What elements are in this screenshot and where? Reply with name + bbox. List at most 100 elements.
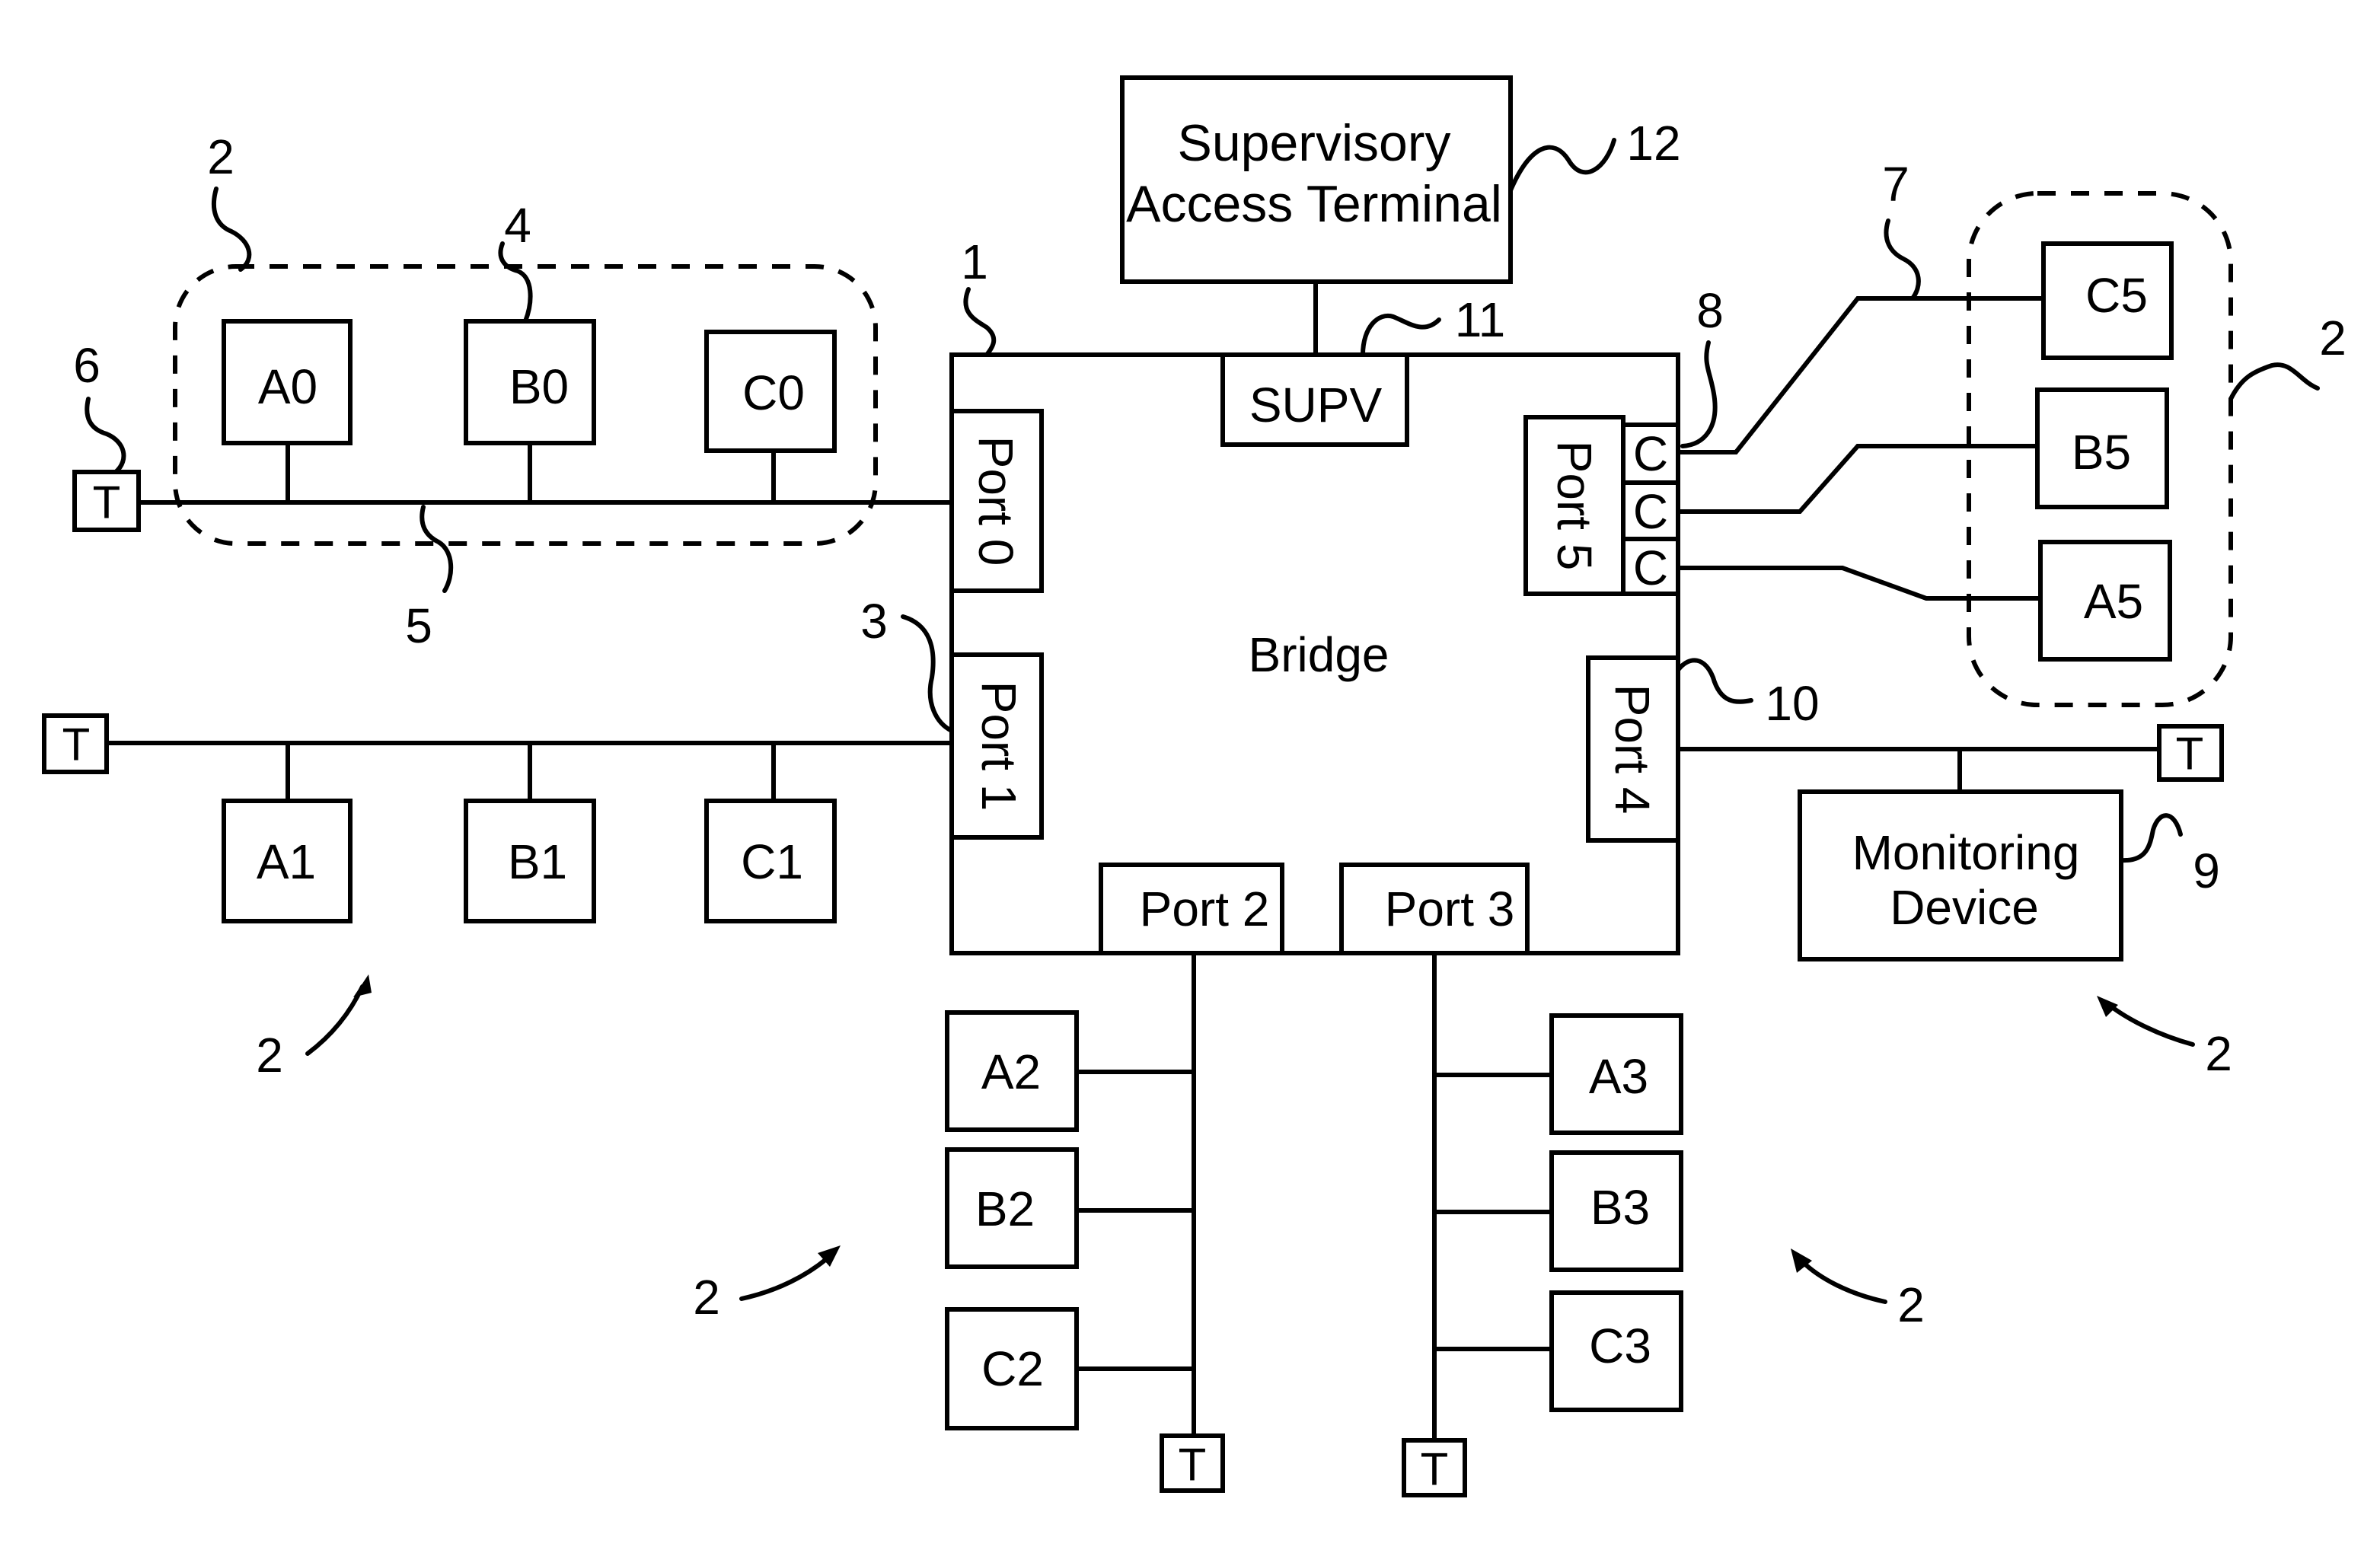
monitoring-label-line1: Monitoring <box>1852 825 2080 880</box>
station-b1: B1 <box>464 743 596 923</box>
ref-10: 10 <box>1765 676 1819 731</box>
ref-9-leader <box>2119 813 2183 863</box>
terminator-label: T <box>93 477 121 528</box>
ref-2-seg3: 2 <box>1897 1277 1925 1332</box>
port-4: Port 4 <box>1586 655 1680 843</box>
station-a1: A1 <box>222 743 353 923</box>
port-3-label: Port 3 <box>1385 882 1515 936</box>
station-b5: B5 <box>2035 387 2169 509</box>
ref-2-seg5: 2 <box>2319 311 2347 365</box>
terminal-label-line2: Access Terminal <box>1126 175 1502 233</box>
ref-4: 4 <box>504 198 531 253</box>
station-a2-label: A2 <box>981 1044 1041 1099</box>
station-a2: A2 <box>945 1010 1194 1132</box>
ref-2-seg2: 2 <box>693 1270 720 1325</box>
arrowhead <box>2097 996 2118 1017</box>
port-1: Port 1 <box>949 652 1044 840</box>
supv-module: SUPV <box>1220 352 1409 447</box>
terminator-seg4: T <box>2157 724 2224 782</box>
ref-12-leader <box>1508 138 1616 193</box>
supv-label: SUPV <box>1249 378 1383 432</box>
terminator-seg2: T <box>1160 1433 1225 1493</box>
ref-6: 6 <box>73 338 100 393</box>
connector-3-label: C <box>1633 541 1668 595</box>
ref-4-leader <box>498 241 533 324</box>
station-a3: A3 <box>1434 1013 1683 1135</box>
link-connector2-b5 <box>1678 444 2037 514</box>
terminal-label-line1: Supervisory <box>1177 114 1450 172</box>
station-a1-label: A1 <box>257 834 316 889</box>
link-connector3-a5 <box>1678 566 2040 601</box>
ref-1-leader <box>963 287 997 357</box>
terminator-label: T <box>1421 1444 1449 1495</box>
station-b2: B2 <box>945 1147 1194 1269</box>
terminator-seg1: T <box>42 713 109 774</box>
station-b3-label: B3 <box>1590 1180 1650 1235</box>
station-c5: C5 <box>2041 241 2174 360</box>
ref-8: 8 <box>1696 283 1724 338</box>
ref-2-seg4: 2 <box>2205 1026 2232 1081</box>
ref-7-leader <box>1884 218 1921 301</box>
station-b3: B3 <box>1434 1150 1683 1272</box>
connector-1-label: C <box>1633 426 1668 481</box>
station-a0: A0 <box>222 319 353 502</box>
connector-2-label: C <box>1633 484 1668 539</box>
station-c5-label: C5 <box>2085 268 2148 323</box>
ref-3: 3 <box>860 594 888 649</box>
ref-11-leader <box>1361 313 1441 357</box>
station-b2-label: B2 <box>975 1181 1035 1236</box>
station-c1: C1 <box>704 743 837 923</box>
station-a5-label: A5 <box>2084 574 2143 629</box>
ref-3-leader <box>901 614 954 733</box>
terminator-seg3: T <box>1402 1438 1467 1497</box>
ref-11: 11 <box>1455 292 1505 347</box>
supervisory-access-terminal: Supervisory Access Terminal <box>1120 75 1513 284</box>
port-1-label: Port 1 <box>971 681 1026 812</box>
station-c1-label: C1 <box>741 834 803 889</box>
network-bridge-diagram: Supervisory Access Terminal 12 Bridge 1 … <box>42 75 2347 1497</box>
port-5-label: Port 5 <box>1547 441 1602 571</box>
ref-5: 5 <box>405 598 432 653</box>
bridge-label: Bridge <box>1249 627 1389 682</box>
terminator-label: T <box>1179 1440 1207 1491</box>
terminator-seg0: T <box>72 470 141 532</box>
ref-2-leader-seg5 <box>2228 362 2320 401</box>
ref-8-leader <box>1680 340 1718 448</box>
port-2-label: Port 2 <box>1140 882 1270 936</box>
station-b0: B0 <box>464 319 596 502</box>
terminator-label: T <box>62 719 91 770</box>
ref-5-leader <box>420 505 454 593</box>
station-b1-label: B1 <box>508 834 567 889</box>
port-5: Port 5 C C C <box>1523 415 1680 596</box>
station-c3-label: C3 <box>1589 1319 1651 1373</box>
ref-2-arrow-seg3 <box>1799 1258 1887 1304</box>
port-0-label: Port 0 <box>968 436 1023 566</box>
station-c0: C0 <box>704 330 837 502</box>
port-4-label: Port 4 <box>1605 684 1660 815</box>
ref-10-leader <box>1676 658 1753 704</box>
ref-9: 9 <box>2193 843 2220 898</box>
ref-7: 7 <box>1882 157 1909 212</box>
station-b5-label: B5 <box>2072 425 2131 480</box>
port-3: Port 3 <box>1339 863 1530 955</box>
ref-1: 1 <box>961 234 988 289</box>
port-0: Port 0 <box>949 409 1044 593</box>
ref-2-seg0: 2 <box>207 129 234 184</box>
ref-12: 12 <box>1626 116 1680 171</box>
ref-2-seg1: 2 <box>256 1028 283 1083</box>
station-a3-label: A3 <box>1589 1049 1648 1104</box>
ref-2-arrow-seg2 <box>739 1254 832 1301</box>
port-2: Port 2 <box>1099 863 1284 955</box>
station-a5: A5 <box>2038 540 2172 662</box>
station-b0-label: B0 <box>509 359 569 414</box>
arrowhead <box>353 974 372 997</box>
monitoring-label-line2: Device <box>1890 880 2039 935</box>
monitoring-device: Monitoring Device <box>1798 789 2123 961</box>
ref-2-leader <box>211 187 252 272</box>
station-c2: C2 <box>945 1307 1194 1430</box>
station-c0-label: C0 <box>742 365 805 420</box>
station-c3: C3 <box>1434 1290 1683 1412</box>
ref-6-leader <box>85 397 126 474</box>
terminator-label: T <box>2176 729 2204 780</box>
station-c2-label: C2 <box>981 1341 1044 1396</box>
